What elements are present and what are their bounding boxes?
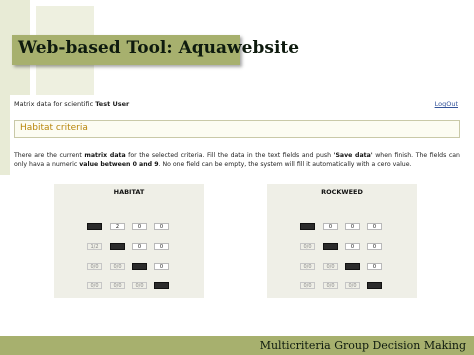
matrix-value-input[interactable]: 0 — [154, 243, 169, 250]
matrix-reciprocal-cell: 0/0 — [323, 282, 338, 289]
desc-text: for the selected criteria. Fill the data… — [125, 152, 334, 159]
desc-text: There are the current — [14, 152, 85, 159]
matrix-reciprocal-cell: 0/0 — [300, 263, 315, 270]
matrix-reciprocal-cell: 0/0 — [132, 282, 147, 289]
matrix-panel-rockweed: ROCKWEED 0 0 0 0/0 0 0 0/0 0/0 0 0/0 0/0 0/0 — [267, 184, 417, 298]
user-line: Matrix data for scientific Test User — [14, 100, 129, 108]
matrix-value-input[interactable]: 0 — [367, 263, 382, 270]
matrix-value-input[interactable]: 0 — [367, 243, 382, 250]
matrix-reciprocal-cell: 0/0 — [300, 243, 315, 250]
matrix-reciprocal-cell: 0/0 — [87, 263, 102, 270]
matrix-reciprocal-cell: 0/0 — [110, 263, 125, 270]
matrix-value-input[interactable]: 0 — [132, 223, 147, 230]
matrix-reciprocal-cell: 0/0 — [345, 282, 360, 289]
matrix-diagonal-cell — [367, 282, 382, 289]
matrix-title: HABITAT — [113, 188, 145, 196]
matrix-reciprocal-cell: 0/0 — [300, 282, 315, 289]
desc-bold: matrix data — [84, 152, 126, 159]
matrix-value-input[interactable]: 0 — [154, 223, 169, 230]
desc-bold: value between 0 and 9 — [79, 161, 159, 168]
desc-text: . No one field can be empty, the system … — [158, 161, 412, 168]
matrix-value-input[interactable]: 0 — [132, 243, 147, 250]
slide-title-bar: Web-based Tool: Aquawebsite — [12, 35, 299, 65]
matrix-value-input[interactable]: 0 — [367, 223, 382, 230]
slide-footer: Multicriteria Group Decision Making — [0, 336, 474, 355]
user-prefix: Matrix data for scientific — [14, 100, 94, 108]
logout-link[interactable]: LogOut — [435, 100, 458, 108]
app-screenshot: Matrix data for scientific Test User Log… — [10, 95, 462, 320]
criteria-title: Habitat criteria — [20, 123, 88, 133]
criteria-header: Habitat criteria — [14, 120, 460, 138]
matrix-reciprocal-cell: 0/0 — [110, 282, 125, 289]
footer-text: Multicriteria Group Decision Making — [259, 339, 466, 352]
matrix-diagonal-cell — [110, 243, 125, 250]
matrix-diagonal-cell — [154, 282, 169, 289]
matrix-value-input[interactable]: 2 — [110, 223, 125, 230]
matrix-reciprocal-cell: 0/0 — [87, 282, 102, 289]
matrix-value-input[interactable]: 0 — [323, 223, 338, 230]
matrix-diagonal-cell — [300, 223, 315, 230]
instructions-text: There are the current matrix data for th… — [14, 151, 460, 169]
matrix-diagonal-cell — [345, 263, 360, 270]
slide-title: Web-based Tool: Aquawebsite — [18, 38, 300, 58]
matrix-value-input[interactable]: 0 — [154, 263, 169, 270]
matrix-diagonal-cell — [87, 223, 102, 230]
desc-bold: 'Save data' — [333, 152, 373, 159]
matrix-panel-habitat: HABITAT 2 0 0 1/2 0 0 0/0 0/0 0 0/0 0/0 0/0 — [54, 184, 204, 298]
matrix-reciprocal-cell: 1/2 — [87, 243, 102, 250]
user-name: Test User — [95, 100, 130, 108]
matrix-title: ROCKWEED — [321, 188, 363, 196]
matrix-value-input[interactable]: 0 — [345, 223, 360, 230]
matrix-diagonal-cell — [323, 243, 338, 250]
matrix-value-input[interactable]: 0 — [345, 243, 360, 250]
matrix-diagonal-cell — [132, 263, 147, 270]
matrix-reciprocal-cell: 0/0 — [323, 263, 338, 270]
